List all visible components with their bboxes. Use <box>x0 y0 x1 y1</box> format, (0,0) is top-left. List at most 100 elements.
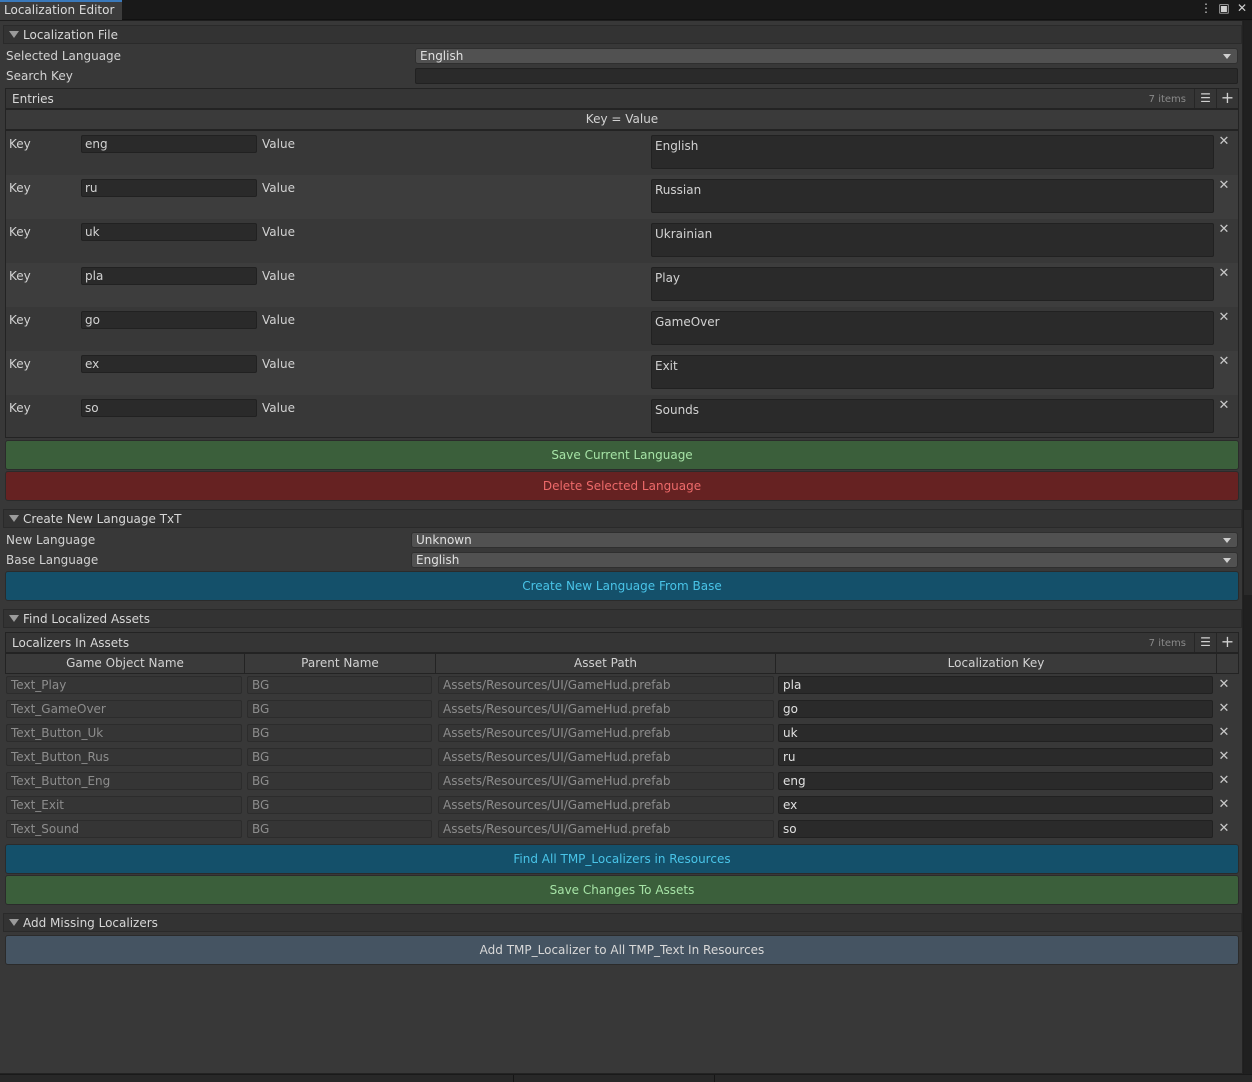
cell-localization-key-input[interactable]: so <box>778 820 1213 838</box>
new-language-dropdown[interactable]: Unknown <box>411 532 1238 548</box>
entry-value-input[interactable]: Ukrainian <box>651 223 1214 257</box>
cell-parent-name[interactable]: BG <box>247 820 432 838</box>
list-view-icon[interactable]: ☰ <box>1194 89 1216 108</box>
cell-localization-key-input[interactable]: eng <box>778 772 1213 790</box>
find-all-localizers-button[interactable]: Find All TMP_Localizers in Resources <box>5 844 1239 874</box>
column-localization-key[interactable]: Localization Key <box>775 653 1217 674</box>
remove-entry-icon[interactable]: ✕ <box>1217 223 1231 237</box>
table-row: Text_Play BG Assets/Resources/UI/GameHud.p… <box>6 674 1238 698</box>
entry-value-input[interactable]: Exit <box>651 355 1214 389</box>
create-new-language-button[interactable]: Create New Language From Base <box>5 571 1239 601</box>
cell-game-object-name[interactable]: Text_Play <box>6 676 242 694</box>
remove-entry-icon[interactable]: ✕ <box>1217 355 1231 369</box>
foldout-create-language[interactable]: Create New Language TxT <box>3 509 1242 528</box>
title-bar: Localization Editor ⋮ ▣ ✕ <box>0 0 1252 20</box>
remove-row-icon[interactable]: ✕ <box>1217 774 1231 788</box>
cell-game-object-name[interactable]: Text_GameOver <box>6 700 242 718</box>
entry-key-input[interactable]: pla <box>81 267 257 285</box>
entry-value-label: Value <box>262 137 295 151</box>
foldout-localization-file[interactable]: Localization File <box>3 25 1242 44</box>
add-localizer-row-button[interactable]: + <box>1216 633 1238 652</box>
cell-asset-path[interactable]: Assets/Resources/UI/GameHud.prefab <box>438 676 774 694</box>
cell-asset-path[interactable]: Assets/Resources/UI/GameHud.prefab <box>438 724 774 742</box>
base-language-dropdown[interactable]: English <box>411 552 1238 568</box>
base-language-label: Base Language <box>6 553 99 567</box>
dropdown-value: English <box>416 553 460 567</box>
cell-game-object-name[interactable]: Text_Sound <box>6 820 242 838</box>
save-changes-to-assets-button[interactable]: Save Changes To Assets <box>5 875 1239 905</box>
save-current-language-button[interactable]: Save Current Language <box>5 440 1239 470</box>
remove-entry-icon[interactable]: ✕ <box>1217 135 1231 149</box>
entry-key-input[interactable]: ru <box>81 179 257 197</box>
remove-row-icon[interactable]: ✕ <box>1217 702 1231 716</box>
window-tab[interactable]: Localization Editor <box>0 0 122 20</box>
entry-row: Key pla Value Play ✕ <box>6 263 1238 307</box>
add-entry-button[interactable]: + <box>1216 89 1238 108</box>
selected-language-label: Selected Language <box>6 49 122 63</box>
add-localizer-to-all-button[interactable]: Add TMP_Localizer to All TMP_Text In Res… <box>5 935 1239 965</box>
column-remove <box>1216 653 1239 674</box>
remove-row-icon[interactable]: ✕ <box>1217 726 1231 740</box>
cell-asset-path[interactable]: Assets/Resources/UI/GameHud.prefab <box>438 700 774 718</box>
cell-parent-name[interactable]: BG <box>247 748 432 766</box>
cell-asset-path[interactable]: Assets/Resources/UI/GameHud.prefab <box>438 772 774 790</box>
foldout-find-assets[interactable]: Find Localized Assets <box>3 609 1242 628</box>
cell-localization-key-input[interactable]: go <box>778 700 1213 718</box>
maximize-icon[interactable]: ▣ <box>1218 1 1230 15</box>
entry-key-label: Key <box>9 401 31 415</box>
cell-game-object-name[interactable]: Text_Exit <box>6 796 242 814</box>
list-view-icon[interactable]: ☰ <box>1194 633 1216 652</box>
remove-entry-icon[interactable]: ✕ <box>1217 399 1231 413</box>
entry-key-input[interactable]: uk <box>81 223 257 241</box>
remove-entry-icon[interactable]: ✕ <box>1217 311 1231 325</box>
bottom-tab-segment <box>513 1075 715 1082</box>
entry-key-input[interactable]: so <box>81 399 257 417</box>
cell-asset-path[interactable]: Assets/Resources/UI/GameHud.prefab <box>438 748 774 766</box>
column-asset-path[interactable]: Asset Path <box>435 653 776 674</box>
column-game-object-name[interactable]: Game Object Name <box>5 653 245 674</box>
cell-parent-name[interactable]: BG <box>247 796 432 814</box>
foldout-triangle-icon <box>9 31 19 38</box>
kebab-menu-icon[interactable]: ⋮ <box>1200 1 1212 15</box>
cell-asset-path[interactable]: Assets/Resources/UI/GameHud.prefab <box>438 820 774 838</box>
foldout-label: Localization File <box>23 27 118 42</box>
cell-localization-key-input[interactable]: uk <box>778 724 1213 742</box>
cell-localization-key-input[interactable]: ru <box>778 748 1213 766</box>
remove-entry-icon[interactable]: ✕ <box>1217 267 1231 281</box>
cell-parent-name[interactable]: BG <box>247 724 432 742</box>
remove-row-icon[interactable]: ✕ <box>1217 798 1231 812</box>
entry-key-input[interactable]: ex <box>81 355 257 373</box>
cell-parent-name[interactable]: BG <box>247 772 432 790</box>
table-row: Text_GameOver BG Assets/Resources/UI/GameH… <box>6 698 1238 722</box>
foldout-add-missing[interactable]: Add Missing Localizers <box>3 913 1242 932</box>
entry-key-label: Key <box>9 313 31 327</box>
foldout-label: Find Localized Assets <box>23 611 151 626</box>
entry-value-input[interactable]: Play <box>651 267 1214 301</box>
cell-game-object-name[interactable]: Text_Button_Rus <box>6 748 242 766</box>
cell-game-object-name[interactable]: Text_Button_Uk <box>6 724 242 742</box>
remove-row-icon[interactable]: ✕ <box>1217 750 1231 764</box>
remove-row-icon[interactable]: ✕ <box>1217 678 1231 692</box>
search-key-input[interactable] <box>415 68 1238 84</box>
entry-value-input[interactable]: English <box>651 135 1214 169</box>
remove-entry-icon[interactable]: ✕ <box>1217 179 1231 193</box>
remove-row-icon[interactable]: ✕ <box>1217 822 1231 836</box>
column-parent-name[interactable]: Parent Name <box>244 653 436 674</box>
cell-parent-name[interactable]: BG <box>247 676 432 694</box>
cell-parent-name[interactable]: BG <box>247 700 432 718</box>
cell-localization-key-input[interactable]: pla <box>778 676 1213 694</box>
delete-selected-language-button[interactable]: Delete Selected Language <box>5 471 1239 501</box>
entry-key-input[interactable]: eng <box>81 135 257 153</box>
entry-value-input[interactable]: Russian <box>651 179 1214 213</box>
cell-game-object-name[interactable]: Text_Button_Eng <box>6 772 242 790</box>
entry-key-input[interactable]: go <box>81 311 257 329</box>
entry-value-input[interactable]: GameOver <box>651 311 1214 345</box>
foldout-label: Create New Language TxT <box>23 511 182 526</box>
entry-value-input[interactable]: Sounds <box>651 399 1214 433</box>
selected-language-dropdown[interactable]: English <box>415 48 1238 64</box>
cell-asset-path[interactable]: Assets/Resources/UI/GameHud.prefab <box>438 796 774 814</box>
close-icon[interactable]: ✕ <box>1236 1 1248 15</box>
cell-localization-key-input[interactable]: ex <box>778 796 1213 814</box>
window-tab-label: Localization Editor <box>4 3 115 17</box>
entries-title: Entries <box>12 92 54 106</box>
